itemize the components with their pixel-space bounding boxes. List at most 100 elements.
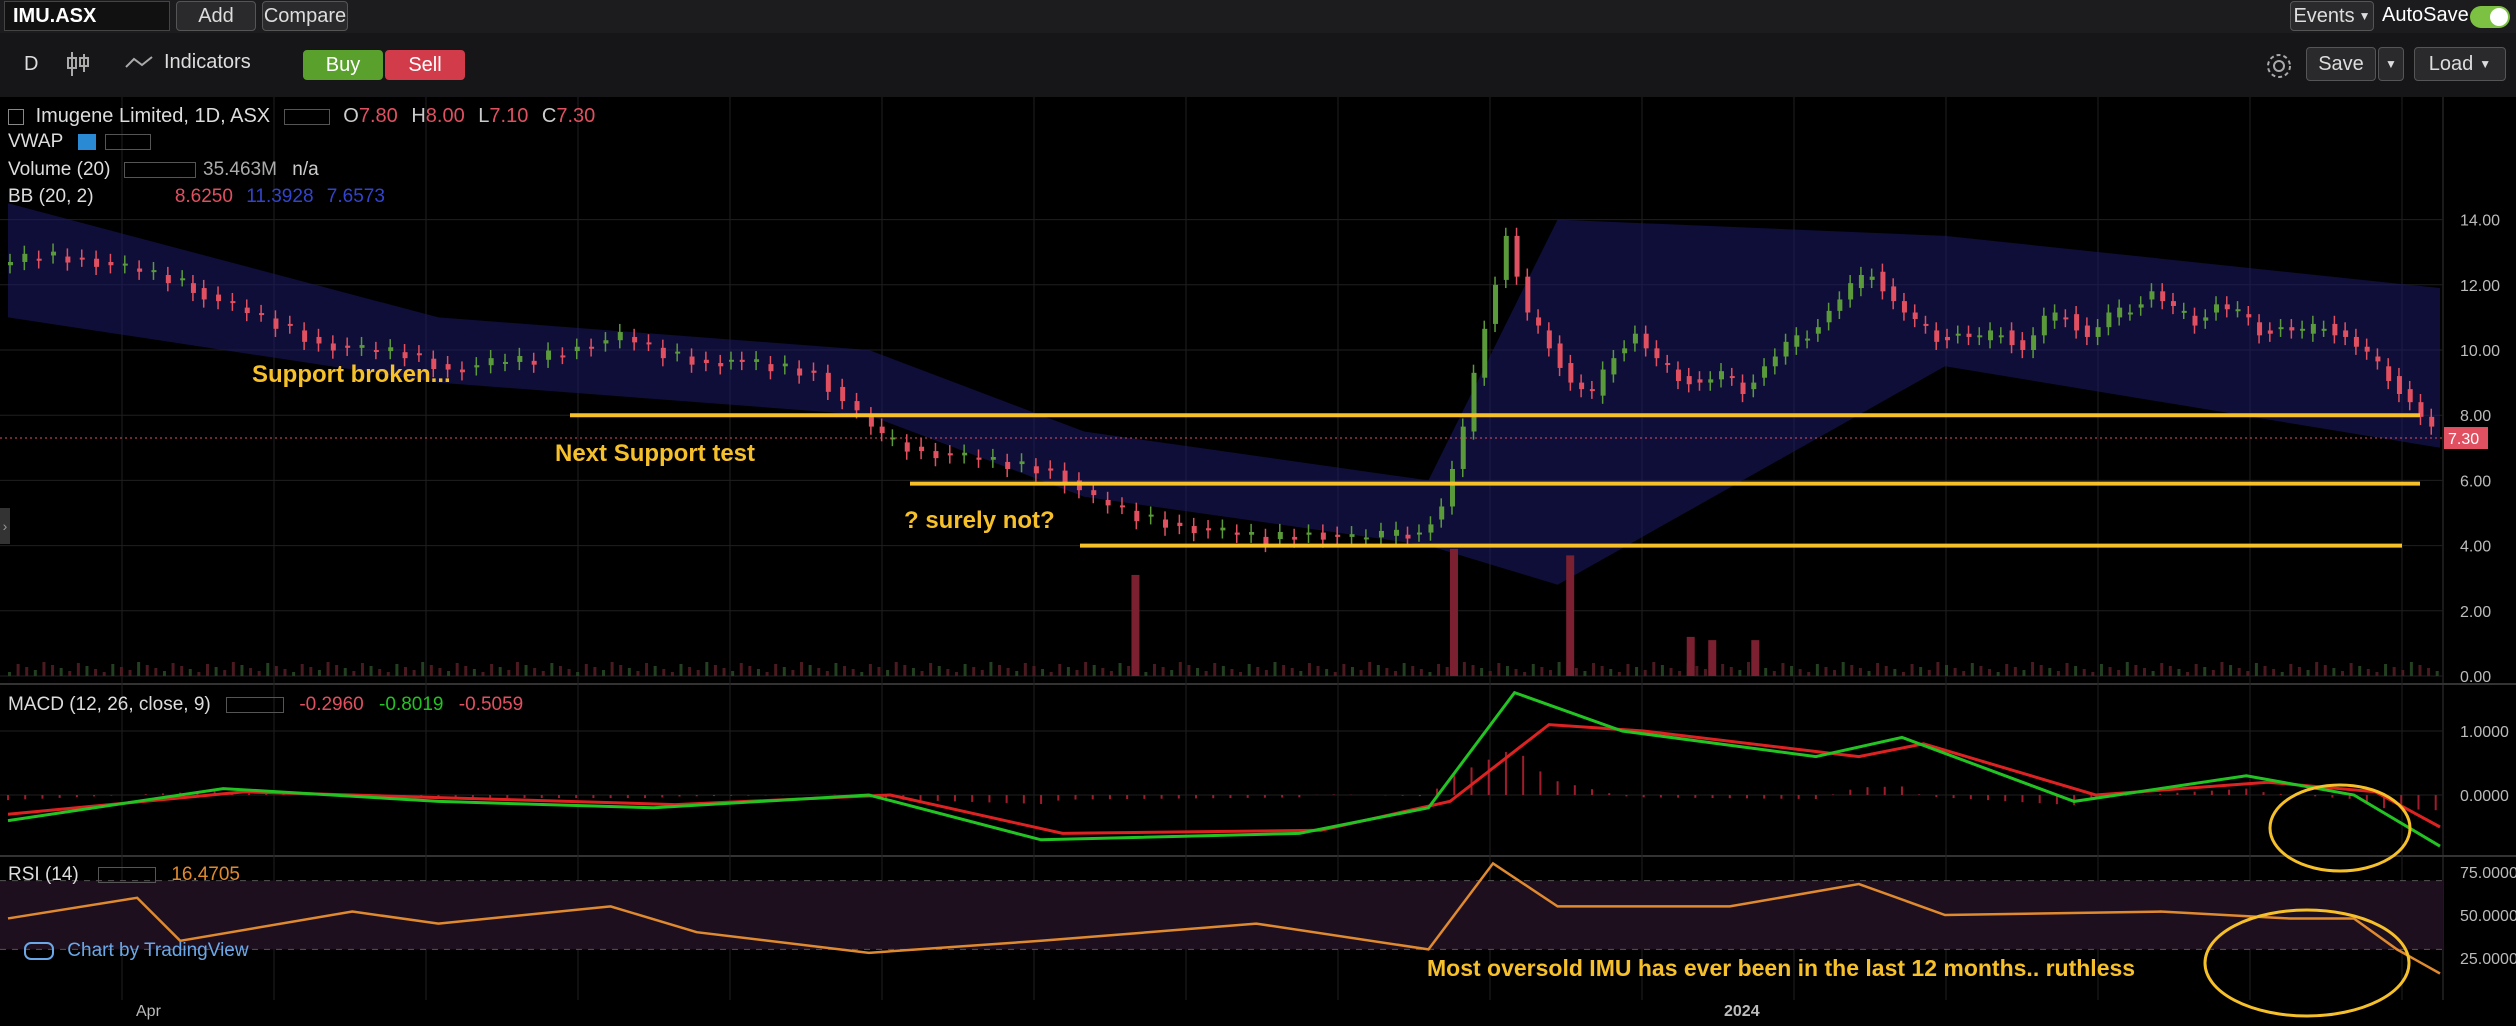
volume-bar (2117, 670, 2121, 676)
volume-bar (688, 667, 692, 676)
last-price-label: 7.30 (2448, 431, 2479, 448)
volume-bar (481, 672, 485, 676)
volume-bar (1841, 662, 1845, 676)
chevron-down-icon: ▼ (2358, 9, 2371, 23)
volume-bar (2409, 662, 2413, 676)
volume-bar (2160, 663, 2164, 676)
gear-icon[interactable] (2264, 51, 2294, 86)
volume-bar (645, 663, 649, 676)
annotation-next-support: Next Support test (555, 440, 756, 467)
candle-body (1177, 522, 1183, 527)
candle-body (632, 336, 638, 343)
legend-controls-icon[interactable] (283, 108, 330, 125)
volume-controls-icon[interactable] (123, 161, 196, 178)
candle-body (1536, 317, 1542, 326)
save-menu-chevron-icon[interactable]: ▼ (2378, 47, 2404, 81)
volume-bar (490, 664, 494, 676)
volume-bar (1264, 670, 1268, 676)
candle-body (2300, 328, 2306, 331)
vwap-settings-icon[interactable] (78, 133, 97, 150)
candle-body (754, 359, 760, 362)
candle-body (230, 301, 236, 304)
volume-bar (1230, 669, 1234, 676)
volume-bar (1548, 670, 1552, 676)
volume-bar (1703, 669, 1707, 676)
sell-button[interactable]: Sell (385, 50, 465, 80)
side-panel-handle[interactable]: › (0, 508, 10, 544)
bb-value-3: 7.6573 (326, 186, 385, 207)
candle-body (797, 368, 803, 376)
candle-body (1306, 532, 1312, 535)
time-axis-label: Apr (136, 1003, 162, 1020)
candle-body (2160, 291, 2166, 302)
volume-bar (128, 670, 132, 676)
price-chart[interactable]: 0.00 2.00 4.00 6.00 8.00 10.00 12.00 14.00 7.30 1… (0, 97, 2516, 1026)
volume-bar (2272, 669, 2276, 676)
rsi-tick-label: 50.0000 (2460, 908, 2516, 925)
volume-bar (2332, 668, 2336, 676)
volume-bar (1204, 671, 1208, 676)
add-button[interactable]: Add (176, 1, 256, 31)
candle-body (2429, 416, 2435, 427)
volume-bar (1721, 664, 1725, 676)
low-label: L (478, 105, 490, 127)
tradingview-attribution[interactable]: Chart by TradingView (24, 940, 249, 962)
volume-bar (1256, 667, 1260, 676)
candle-body (1033, 466, 1039, 474)
volume-bar (2125, 662, 2129, 676)
candle-body (2149, 291, 2155, 300)
volume-bar (1884, 666, 1888, 676)
vwap-controls-icon[interactable] (105, 133, 152, 150)
candle-body (2246, 314, 2252, 318)
volume-bar (1419, 669, 1423, 676)
load-dropdown[interactable]: Load ▼ (2414, 47, 2506, 81)
volume-bar (2194, 664, 2198, 676)
volume-bar (249, 668, 253, 676)
candle-body (1858, 275, 1864, 289)
candle-body (660, 347, 666, 359)
events-dropdown[interactable]: Events ▼ (2290, 1, 2374, 31)
chevron-down-icon: ▼ (2479, 57, 2492, 71)
save-button[interactable]: Save (2306, 47, 2376, 81)
high-value: 8.00 (425, 105, 465, 127)
collapse-icon[interactable] (8, 108, 24, 125)
macd-controls-icon[interactable] (226, 696, 285, 713)
indicators-icon[interactable] (124, 53, 154, 78)
volume-bar (2297, 667, 2301, 676)
volume-bar (1962, 671, 1966, 676)
volume-bar (326, 662, 330, 676)
candle-body (1729, 376, 1735, 379)
compare-button[interactable]: Compare (262, 1, 348, 31)
candle-body (1912, 312, 1918, 320)
symbol-input[interactable]: IMU.ASX (4, 1, 170, 31)
volume-bar (1729, 667, 1733, 676)
volume-spike-bar (1566, 555, 1575, 676)
candle-type-icon[interactable] (66, 50, 90, 83)
candle-body (1794, 335, 1800, 347)
indicators-button[interactable]: Indicators (164, 51, 251, 74)
candle-body (1643, 333, 1649, 349)
tradingview-logo-icon (24, 941, 54, 960)
candle-body (1220, 527, 1226, 531)
volume-bar (1437, 664, 1441, 676)
candle-body (2084, 325, 2090, 337)
volume-bar (1394, 671, 1398, 676)
volume-bar (429, 665, 433, 676)
rsi-label: RSI (14) (8, 864, 79, 885)
volume-bar (292, 672, 296, 676)
volume-bar (2254, 663, 2258, 676)
candle-body (402, 352, 408, 359)
volume-bar (808, 665, 812, 676)
candle-body (1665, 363, 1671, 366)
buy-button[interactable]: Buy (303, 50, 383, 80)
volume-bar (2168, 666, 2172, 676)
interval-button[interactable]: D (24, 53, 38, 76)
volume-bar (602, 670, 606, 676)
candle-body (94, 258, 100, 267)
autosave-toggle[interactable] (2470, 6, 2510, 28)
candle-body (879, 426, 885, 434)
candle-body (2386, 366, 2392, 381)
volume-bar (343, 668, 347, 676)
rsi-controls-icon[interactable] (98, 866, 157, 883)
volume-bar (102, 672, 106, 676)
